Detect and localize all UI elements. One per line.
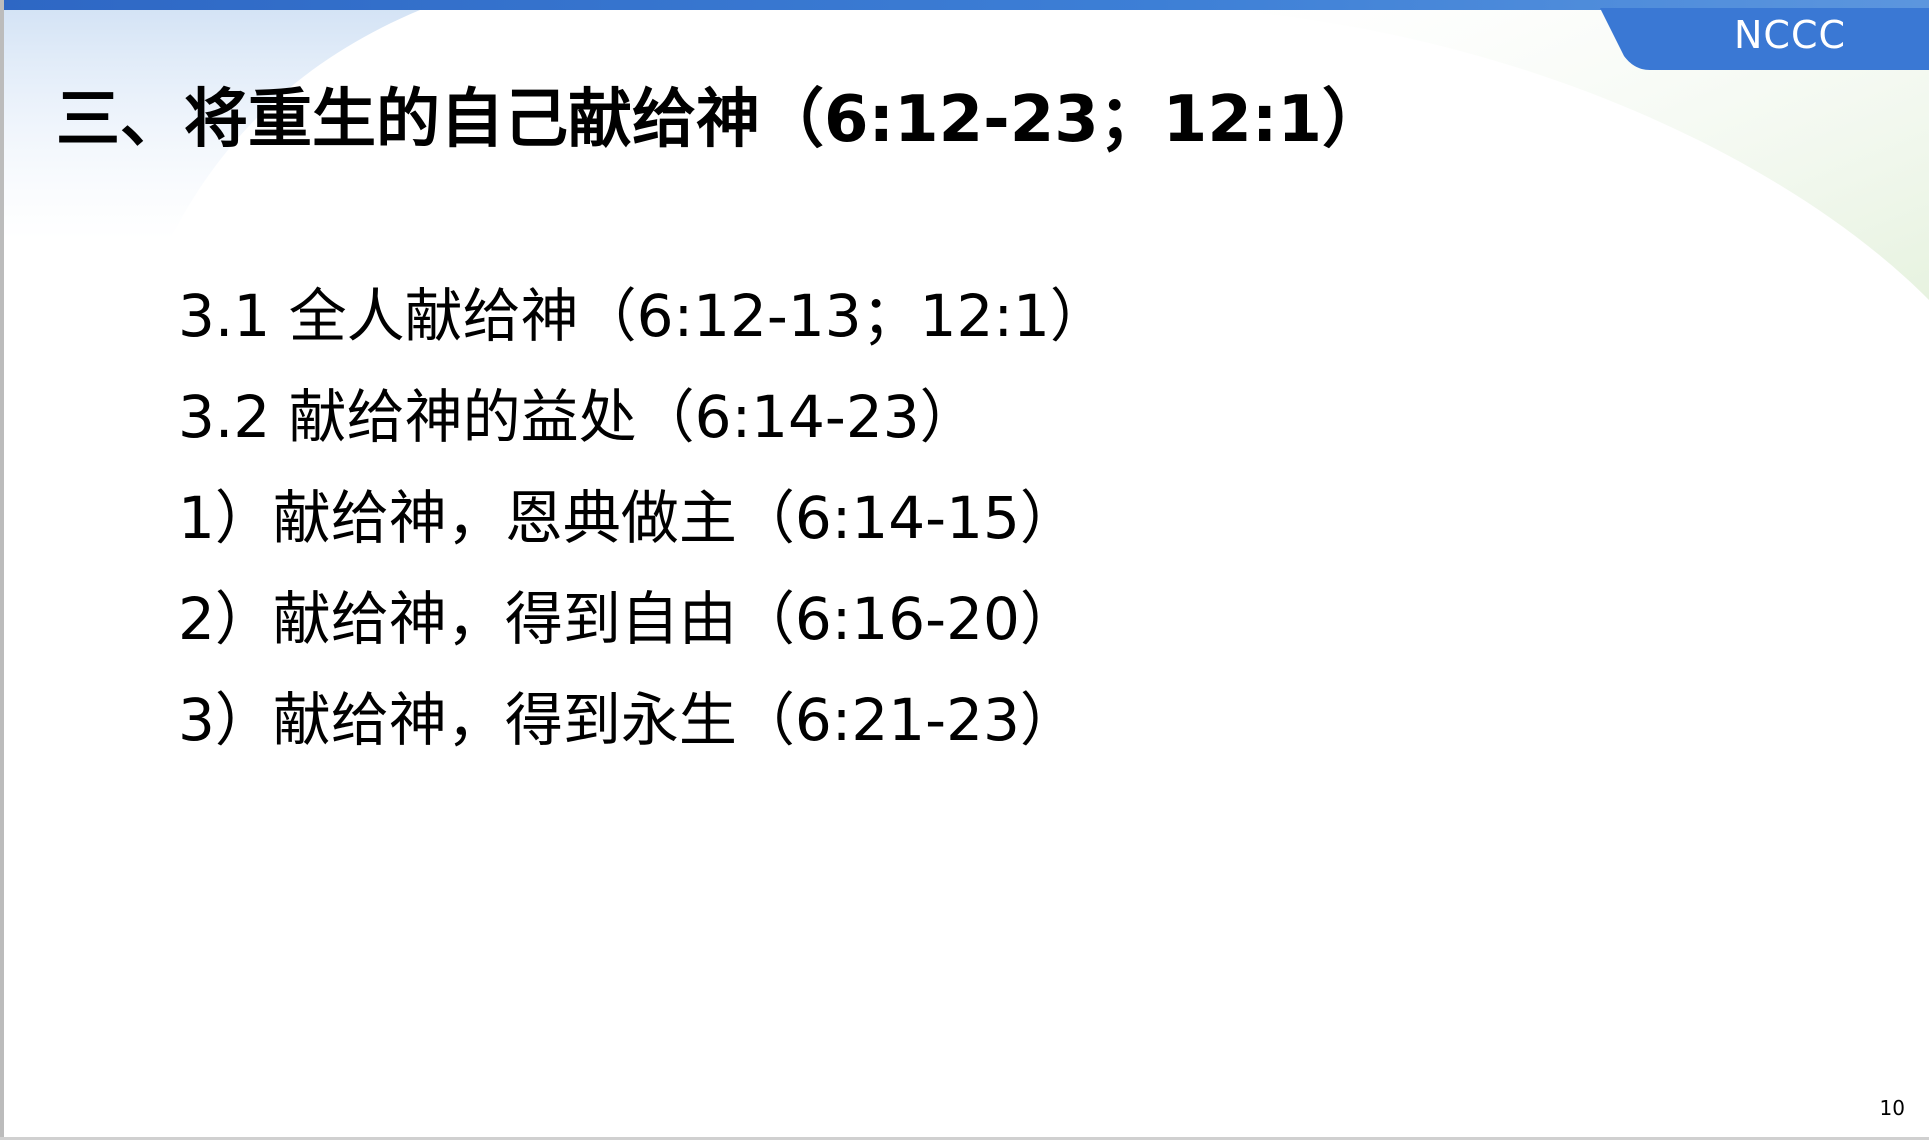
slide-title: 三、将重生的自己献给神（6:12-23；12:1） <box>56 83 1386 157</box>
list-item: 3.2 献给神的益处（6:14-23） <box>178 383 978 451</box>
list-item: 1）献给神，恩典做主（6:14-15） <box>178 484 1078 552</box>
page-number: 10 <box>1879 1096 1905 1120</box>
list-item: 3.1 全人献给神（6:12-13；12:1） <box>178 282 1108 350</box>
slide-content-list: 3.1 全人献给神（6:12-13；12:1） 3.2 献给神的益处（6:14-… <box>178 266 1478 771</box>
list-item: 3）献给神，得到永生（6:21-23） <box>178 686 1078 754</box>
slide: NCCC 三、将重生的自己献给神（6:12-23；12:1） 3.1 全人献给神… <box>0 0 1929 1140</box>
brand-label: NCCC <box>1733 13 1847 57</box>
list-item: 2）献给神，得到自由（6:16-20） <box>178 585 1078 653</box>
left-border <box>0 0 4 1140</box>
